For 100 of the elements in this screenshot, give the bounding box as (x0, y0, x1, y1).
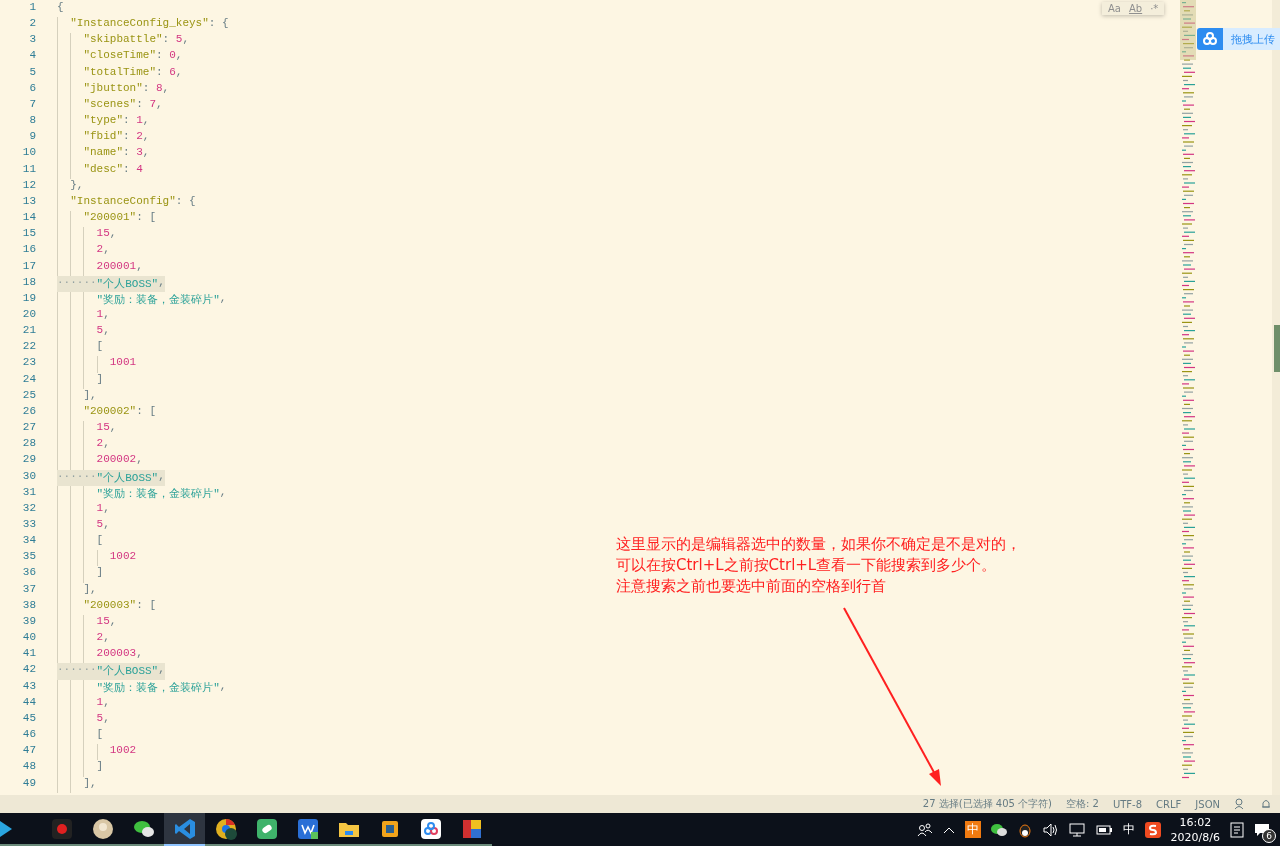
status-item[interactable]: JSON (1195, 798, 1220, 810)
ime-badge[interactable]: 中 (964, 821, 981, 838)
code-line: 15, (57, 614, 117, 632)
code-line: ······"个人BOSS", (57, 663, 165, 680)
line-number: 27 (21, 421, 36, 436)
code-line: 1002 (57, 744, 137, 761)
find-option-toggle[interactable]: Ab (1126, 3, 1145, 14)
line-number: 18 (21, 275, 36, 290)
cloud-icon (419, 817, 442, 840)
code-line: [ (57, 728, 104, 745)
code-line: ] (57, 566, 104, 583)
code-line: "name": 3, (57, 146, 150, 163)
line-number: 13 (21, 194, 36, 209)
code-line: { (57, 1, 64, 15)
code-line: 1002 (57, 550, 137, 567)
taskbar-app[interactable] (164, 813, 205, 846)
line-number: 31 (21, 485, 36, 500)
annotation-text: 这里显示的是编辑器选中的数量，如果你不确定是不是对的， (616, 534, 1021, 555)
line-number: 16 (21, 243, 36, 258)
penguin-icon[interactable] (1016, 821, 1033, 838)
line-number: 9 (28, 130, 36, 145)
line-number: 42 (21, 663, 36, 678)
code-line: "InstanceConfig": { (57, 194, 196, 212)
code-line: "奖励：装备，金装碎片", (57, 485, 227, 502)
code-editor-icon (173, 817, 196, 840)
line-number: 4 (28, 49, 36, 64)
code-line: "totalTime": 6, (57, 65, 183, 82)
network-icon[interactable] (1068, 822, 1085, 837)
code-line: ······"个人BOSS", (57, 275, 165, 292)
line-number: 25 (21, 388, 36, 403)
feedback-icon[interactable] (1234, 798, 1246, 810)
line-number: 47 (21, 744, 36, 759)
line-number: 36 (21, 566, 36, 581)
code-line: 1, (57, 307, 110, 325)
code-line: 200001, (57, 259, 143, 276)
line-number: 1 (28, 1, 36, 15)
line-number: 10 (21, 146, 36, 161)
chat-bubbles-icon[interactable] (990, 822, 1007, 837)
code-line: 1, (57, 501, 110, 518)
line-number: 49 (21, 776, 36, 791)
find-option-toggle[interactable]: Aa (1106, 3, 1123, 14)
find-option-toggle[interactable]: ·* (1148, 3, 1161, 14)
line-number: 17 (21, 259, 36, 274)
annotation-text: 可以在按Ctrl+L之前按Ctrl+L查看一下能搜索到多少个。 (616, 555, 998, 576)
code-line: ······"个人BOSS", (57, 469, 165, 486)
code-line: 5, (57, 711, 110, 729)
code-line: 5, (57, 518, 110, 535)
line-number: 21 (21, 324, 36, 339)
line-number: 6 (28, 81, 36, 96)
status-item[interactable]: 空格: 2 (1066, 797, 1099, 811)
bell-icon[interactable] (1260, 798, 1272, 810)
code-line: "fbid": 2, (57, 130, 150, 147)
code-line: "InstanceConfig_keys": { (57, 17, 229, 34)
upload-button[interactable]: 拖拽上传 (1197, 28, 1280, 50)
chevron-up-icon[interactable] (942, 825, 955, 834)
clock-date[interactable]: 2020/8/6 (1170, 829, 1220, 845)
pill-icon (255, 817, 278, 840)
line-number: 3 (28, 33, 36, 48)
avatar-icon (91, 817, 114, 840)
code-line: ] (57, 372, 104, 389)
sogou-icon[interactable] (1144, 821, 1161, 838)
code-line: 2, (57, 437, 110, 454)
notes-icon[interactable] (1230, 821, 1244, 838)
line-number: 26 (21, 404, 36, 419)
code-line: "desc": 4 (57, 162, 143, 179)
code-line: ], (57, 582, 97, 599)
line-number: 38 (21, 598, 36, 613)
line-number: 32 (21, 501, 36, 516)
office-icon (296, 817, 319, 840)
browser-icon (214, 817, 237, 840)
battery-icon[interactable] (1094, 823, 1113, 836)
cloud-icon (1197, 28, 1223, 50)
line-number: 15 (21, 227, 36, 242)
line-number: 2 (28, 17, 36, 32)
code-line: ], (57, 776, 97, 793)
code-line: 1001 (57, 356, 137, 373)
line-number: 46 (21, 728, 36, 743)
annotation-text: 注意搜索之前也要选中前面的空格到行首 (616, 576, 887, 597)
line-number: 30 (21, 469, 36, 484)
line-number: 34 (21, 534, 36, 549)
line-number: 5 (28, 65, 36, 80)
speaker-icon[interactable] (1042, 822, 1059, 837)
status-item[interactable]: UTF-8 (1112, 798, 1143, 810)
line-number: 35 (21, 550, 36, 565)
line-number: 33 (21, 518, 36, 532)
line-number: 22 (21, 340, 36, 355)
code-line: 5, (57, 324, 110, 341)
record-icon (50, 817, 73, 840)
status-item[interactable]: 27 选择(已选择 405 个字符) (922, 797, 1052, 811)
line-number: 23 (21, 356, 36, 371)
code-line: [ (57, 340, 104, 357)
code-line: "skipbattle": 5, (57, 33, 189, 50)
clock-time[interactable]: 16:02 (1179, 814, 1212, 830)
people-icon[interactable] (916, 822, 933, 837)
scrollbar-thumb[interactable] (1274, 325, 1280, 372)
line-number: 44 (21, 695, 36, 710)
ime-indicator[interactable]: 中 (1122, 821, 1135, 838)
code-line: 2, (57, 243, 110, 260)
line-number: 28 (21, 437, 36, 452)
status-item[interactable]: CRLF (1156, 798, 1182, 810)
